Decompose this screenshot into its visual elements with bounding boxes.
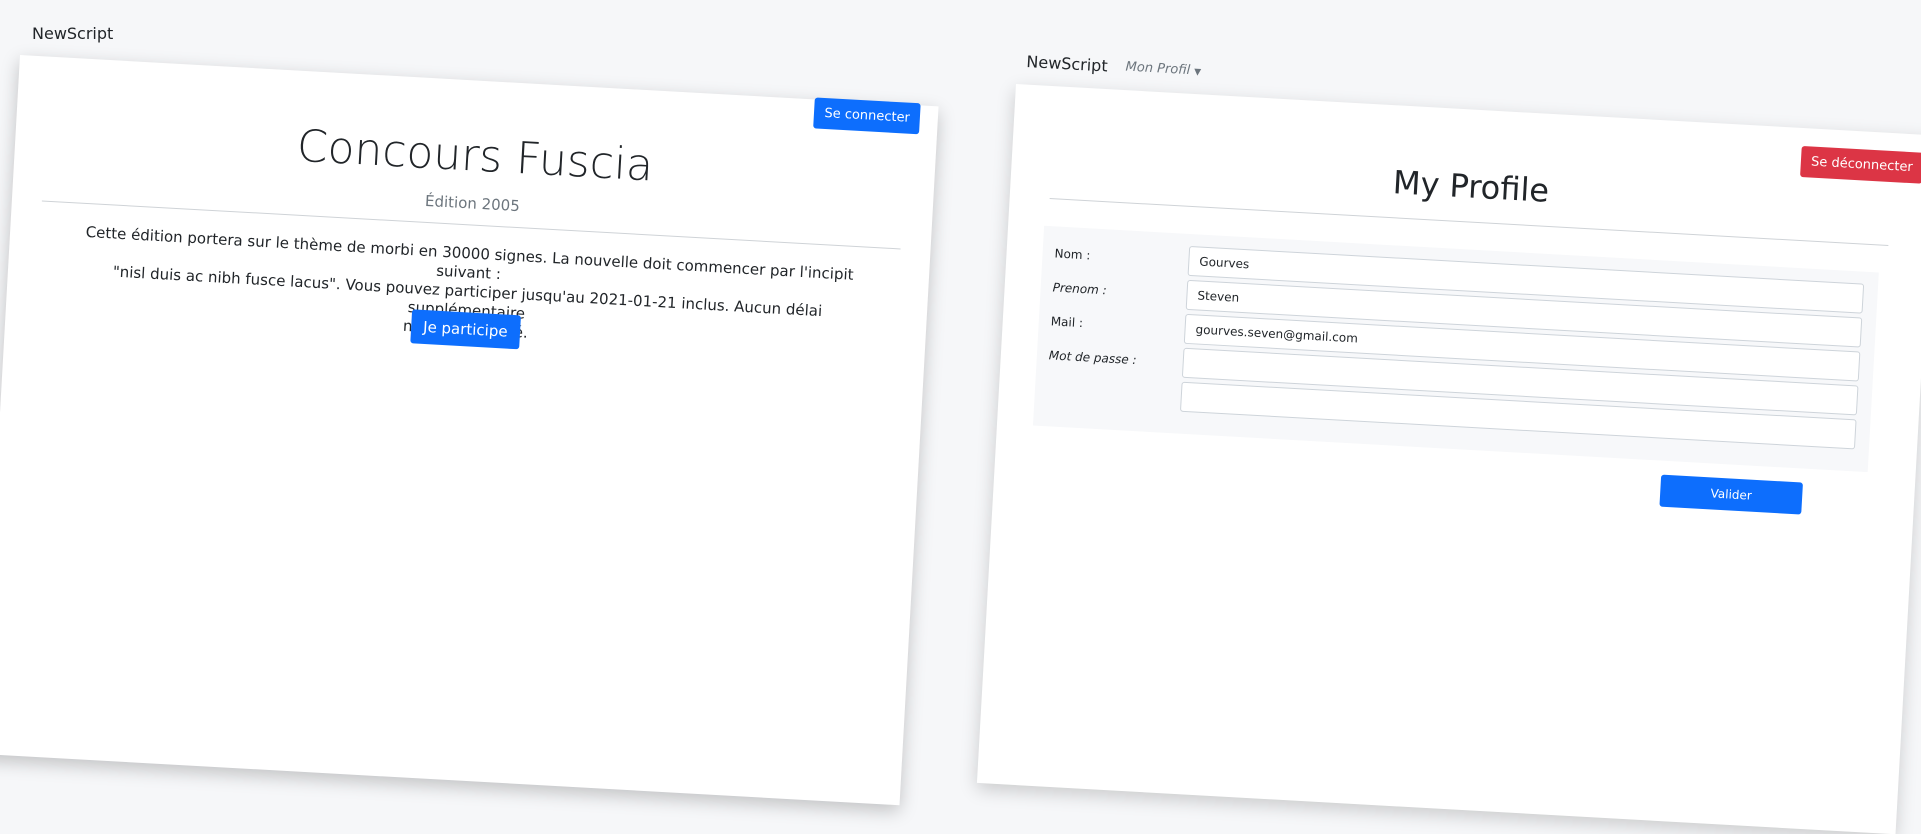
contest-panel: Se connecter Concours Fuscia Édition 200…	[0, 55, 939, 806]
password-label: Mot de passe :	[1048, 348, 1137, 368]
nav-profile-dropdown[interactable]: Mon Profil ▼	[1125, 60, 1201, 79]
login-button[interactable]: Se connecter	[813, 97, 921, 135]
profile-panel: Se déconnecter My Profile Nom : Prenom :…	[976, 84, 1921, 834]
caret-down-icon: ▼	[1193, 67, 1202, 78]
participate-button[interactable]: Je participe	[410, 309, 521, 350]
profile-navbar: NewScript Mon Profil ▼	[1026, 52, 1202, 81]
mail-label: Mail :	[1050, 314, 1084, 331]
logout-button[interactable]: Se déconnecter	[1800, 145, 1921, 184]
name-label: Nom :	[1054, 246, 1091, 263]
nav-profile-label: Mon Profil	[1125, 59, 1191, 79]
profile-form: Nom : Prenom : Mail : Mot de passe :	[1032, 225, 1879, 473]
firstname-label: Prenom :	[1052, 280, 1108, 298]
submit-button[interactable]: Valider	[1659, 474, 1803, 515]
right-brand-logo[interactable]: NewScript	[1026, 52, 1108, 76]
profile-title: My Profile	[1391, 163, 1551, 210]
left-brand-logo[interactable]: NewScript	[32, 24, 113, 43]
